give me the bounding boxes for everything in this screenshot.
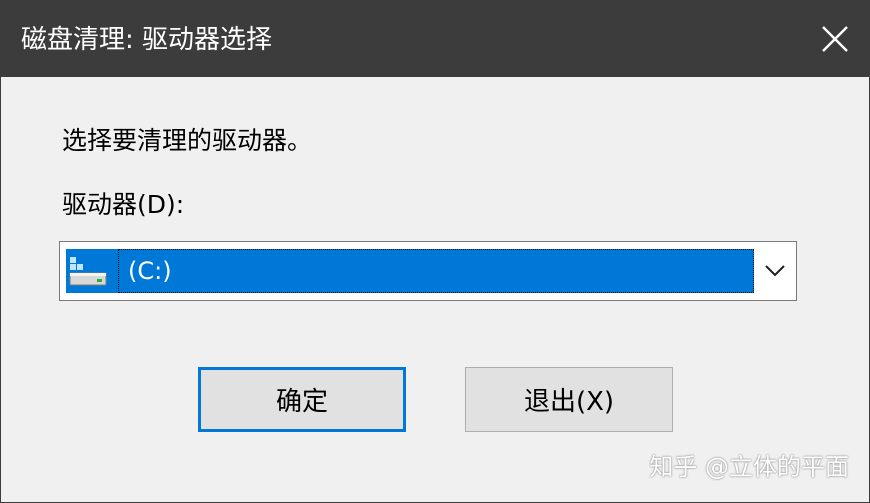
- drive-select-value: (C:): [128, 257, 172, 285]
- window-title: 磁盘清理: 驱动器选择: [21, 25, 273, 55]
- chevron-down-icon: [765, 265, 785, 277]
- disk-cleanup-dialog: 磁盘清理: 驱动器选择 选择要清理的驱动器。 驱动器(D): (C:) 确定 退…: [0, 0, 870, 503]
- drive-label: 驱动器(D):: [62, 190, 185, 219]
- dropdown-button[interactable]: [754, 242, 796, 300]
- title-bar[interactable]: 磁盘清理: 驱动器选择: [1, 1, 869, 77]
- close-button[interactable]: [801, 1, 869, 77]
- exit-button[interactable]: 退出(X): [465, 367, 673, 432]
- focus-rectangle: [118, 249, 754, 293]
- close-icon: [822, 26, 848, 52]
- ok-button[interactable]: 确定: [198, 367, 406, 432]
- watermark-text: 知乎 @立体的平面: [649, 453, 849, 481]
- instruction-text: 选择要清理的驱动器。: [62, 126, 313, 155]
- drive-select-selected-item[interactable]: (C:): [66, 249, 754, 293]
- drive-select[interactable]: (C:): [59, 241, 797, 301]
- drive-icon: [69, 257, 107, 286]
